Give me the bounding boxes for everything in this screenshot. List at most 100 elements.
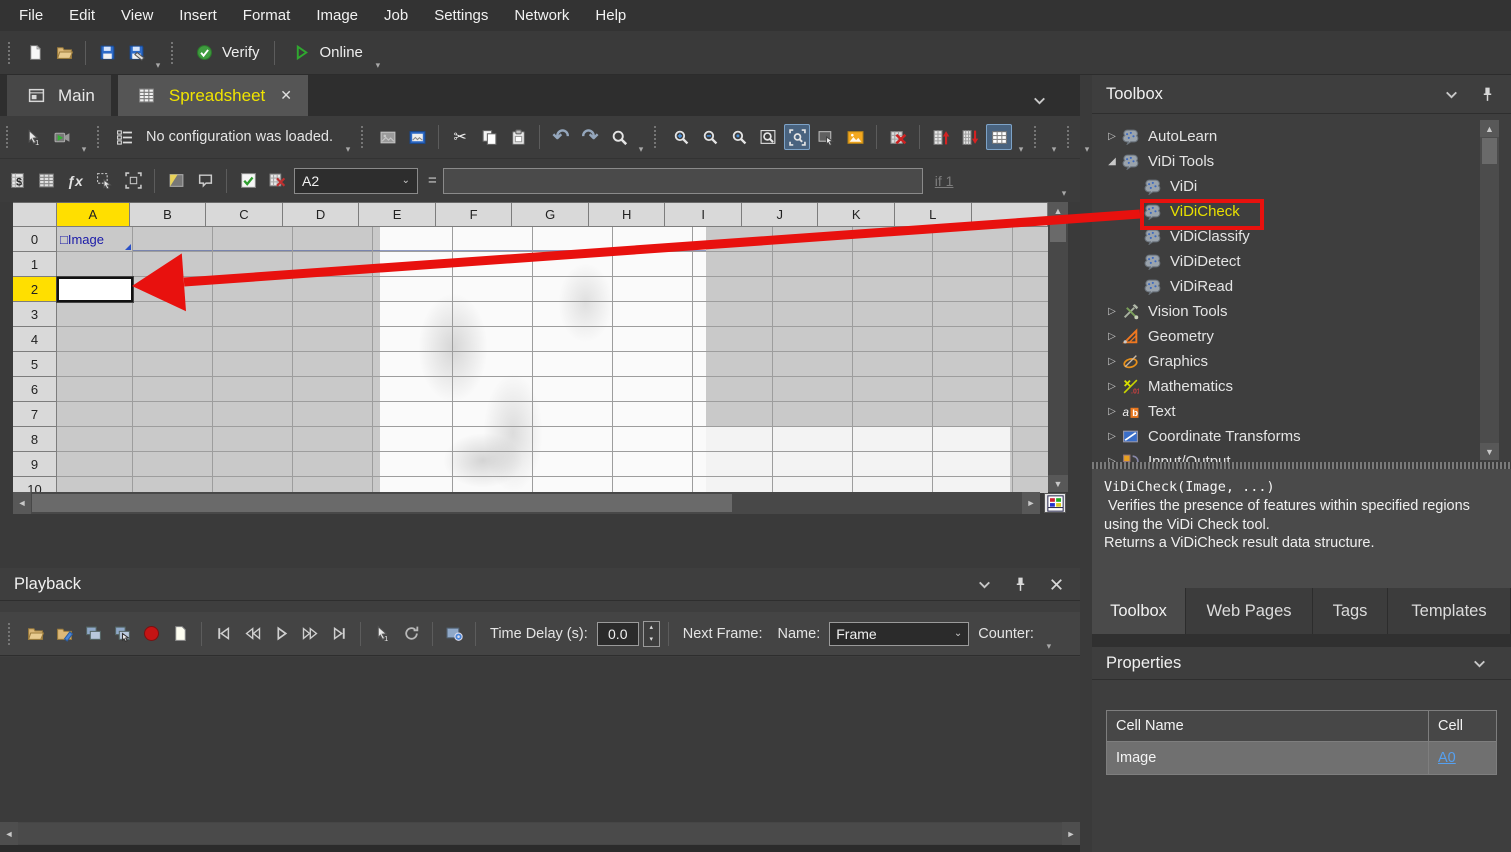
- scroll-right-icon[interactable]: ►: [1062, 822, 1080, 845]
- pin-icon[interactable]: [1505, 653, 1511, 673]
- verify-button[interactable]: Verify: [185, 40, 266, 66]
- image-pan-icon[interactable]: [813, 124, 839, 150]
- cell-H9[interactable]: [613, 452, 693, 477]
- spinner-up-icon[interactable]: ▴: [644, 622, 659, 634]
- expand-icon[interactable]: ▷: [1104, 131, 1120, 142]
- cell-J10[interactable]: [773, 477, 853, 493]
- vertical-scrollbar[interactable]: ▲ ▼: [1048, 202, 1068, 492]
- column-header-L[interactable]: L: [895, 203, 972, 227]
- cell-J2[interactable]: [773, 277, 853, 302]
- overflow-dropdown-icon[interactable]: ▾: [372, 60, 384, 74]
- row-header-0[interactable]: 0: [13, 227, 57, 252]
- cell-D9[interactable]: [293, 452, 373, 477]
- cell-C5[interactable]: [213, 352, 293, 377]
- toolbar-grip[interactable]: [6, 126, 13, 148]
- cell-H10[interactable]: [613, 477, 693, 493]
- copy-icon[interactable]: [476, 124, 502, 150]
- cell-x4[interactable]: [1013, 327, 1048, 352]
- define-region-icon[interactable]: [120, 168, 146, 194]
- cell-E3[interactable]: [373, 302, 453, 327]
- insert-function-icon[interactable]: ƒx: [62, 168, 88, 194]
- toolbar-grip[interactable]: [8, 623, 15, 645]
- cell-H5[interactable]: [613, 352, 693, 377]
- image-open-icon[interactable]: [375, 124, 401, 150]
- cell-K1[interactable]: [853, 252, 933, 277]
- cell-F2[interactable]: [453, 277, 533, 302]
- cell-I8[interactable]: [693, 427, 773, 452]
- column-header-A[interactable]: A: [57, 203, 130, 227]
- edit-images-icon[interactable]: [51, 621, 77, 647]
- row-header-1[interactable]: 1: [13, 252, 57, 277]
- column-header-D[interactable]: D: [283, 203, 360, 227]
- menu-image[interactable]: Image: [303, 0, 371, 31]
- cell-L0[interactable]: [933, 227, 1013, 252]
- tree-item-coordinate-transforms[interactable]: ▷Coordinate Transforms: [1092, 424, 1478, 449]
- spinner-down-icon[interactable]: ▾: [644, 634, 659, 646]
- menu-edit[interactable]: Edit: [56, 0, 108, 31]
- cell-H6[interactable]: [613, 377, 693, 402]
- cell-L3[interactable]: [933, 302, 1013, 327]
- formula-overflow-dropdown[interactable]: ▾: [1058, 188, 1070, 202]
- tabbar-chevron-down-icon[interactable]: [1026, 87, 1052, 113]
- cell-H8[interactable]: [613, 427, 693, 452]
- cell-J9[interactable]: [773, 452, 853, 477]
- cell-B10[interactable]: [133, 477, 213, 493]
- zoom-fit-icon[interactable]: [784, 124, 810, 150]
- cell-E0[interactable]: [373, 227, 453, 252]
- cell-E2[interactable]: [373, 277, 453, 302]
- cell-L1[interactable]: [933, 252, 1013, 277]
- clear-image-icon[interactable]: [885, 124, 911, 150]
- cell-I10[interactable]: [693, 477, 773, 493]
- menu-settings[interactable]: Settings: [421, 0, 501, 31]
- cell-B4[interactable]: [133, 327, 213, 352]
- cell-C6[interactable]: [213, 377, 293, 402]
- cell-K10[interactable]: [853, 477, 933, 493]
- cell-A5[interactable]: [57, 352, 133, 377]
- cell-C9[interactable]: [213, 452, 293, 477]
- cell-J5[interactable]: [773, 352, 853, 377]
- toolbar-grip[interactable]: [171, 42, 178, 64]
- cell-J3[interactable]: [773, 302, 853, 327]
- cell-H3[interactable]: [613, 302, 693, 327]
- expand-icon[interactable]: ▷: [1104, 356, 1120, 367]
- row-header-6[interactable]: 6: [13, 377, 57, 402]
- scroll-left-icon[interactable]: ◄: [0, 822, 18, 845]
- select-pointer-icon[interactable]: 1: [369, 621, 395, 647]
- cell-A7[interactable]: [57, 402, 133, 427]
- cell-x8[interactable]: [1013, 427, 1048, 452]
- cell-H7[interactable]: [613, 402, 693, 427]
- cell-G3[interactable]: [533, 302, 613, 327]
- cell-B3[interactable]: [133, 302, 213, 327]
- tree-item-vidiread[interactable]: ▷ViDiRead: [1092, 274, 1478, 299]
- cell-G9[interactable]: [533, 452, 613, 477]
- cell-F10[interactable]: [453, 477, 533, 493]
- cell-L7[interactable]: [933, 402, 1013, 427]
- cell-F0[interactable]: [453, 227, 533, 252]
- toolbar-grip[interactable]: [1034, 126, 1041, 148]
- scrollbar-track[interactable]: [18, 823, 1062, 844]
- cell-x1[interactable]: [1013, 252, 1048, 277]
- cell-K6[interactable]: [853, 377, 933, 402]
- tree-item-vidi-tools[interactable]: ◢ViDi Tools: [1092, 149, 1478, 174]
- cell-D1[interactable]: [293, 252, 373, 277]
- cell-I3[interactable]: [693, 302, 773, 327]
- menu-help[interactable]: Help: [582, 0, 639, 31]
- open-folder-icon[interactable]: [51, 40, 77, 66]
- scrollbar-thumb[interactable]: [1050, 220, 1066, 242]
- cell-x10[interactable]: [1013, 477, 1048, 493]
- cell-K2[interactable]: [853, 277, 933, 302]
- expand-icon[interactable]: ▷: [1104, 406, 1120, 417]
- cell-K5[interactable]: [853, 352, 933, 377]
- expand-icon[interactable]: ▷: [1104, 431, 1120, 442]
- cell-F3[interactable]: [453, 302, 533, 327]
- cell-F7[interactable]: [453, 402, 533, 427]
- online-button[interactable]: Online: [283, 40, 369, 66]
- cell-x2[interactable]: [1013, 277, 1048, 302]
- expand-icon[interactable]: ▷: [1104, 331, 1120, 342]
- scrollbar-thumb[interactable]: [1482, 138, 1497, 164]
- cell-E7[interactable]: [373, 402, 453, 427]
- formula-input[interactable]: [443, 168, 923, 194]
- live-acquire-icon[interactable]: [49, 124, 75, 150]
- cell-K7[interactable]: [853, 402, 933, 427]
- column-header-C[interactable]: C: [206, 203, 283, 227]
